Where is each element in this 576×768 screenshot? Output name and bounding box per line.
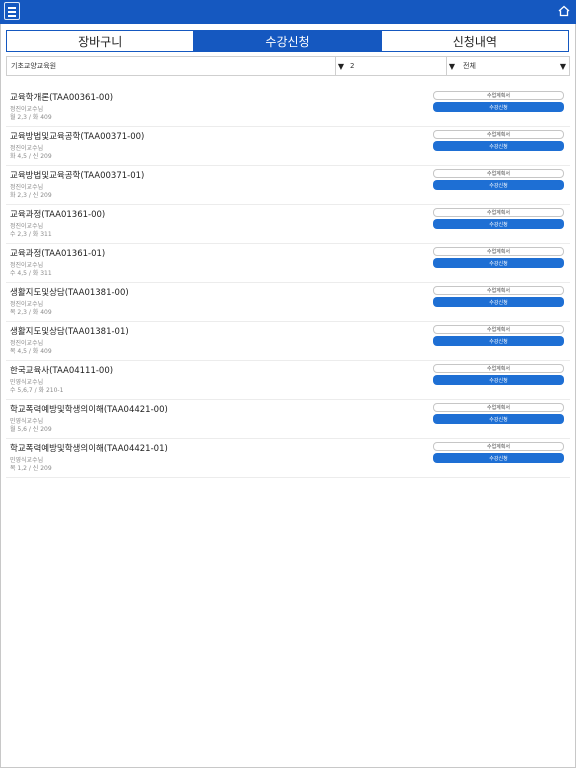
- syllabus-button[interactable]: 수업계획서: [433, 325, 564, 334]
- course-title: 학교폭력예방및학생의이해(TAA04421-01): [10, 444, 168, 454]
- top-bar: [0, 0, 576, 24]
- tab-cart[interactable]: 장바구니: [7, 31, 194, 51]
- register-button[interactable]: 수강신청: [433, 258, 564, 268]
- register-button[interactable]: 수강신청: [433, 453, 564, 463]
- course-time: 목 4,5 / 화 409: [10, 348, 52, 355]
- course-title: 생활지도및상담(TAA01381-00): [10, 288, 129, 298]
- course-row: 교육과정(TAA01361-01) 정진이교수님 수 4,5 / 화 311 수업계획…: [6, 244, 570, 283]
- register-button[interactable]: 수강신청: [433, 414, 564, 424]
- tab-bar: 장바구니 수강신청 신청내역: [6, 30, 569, 52]
- syllabus-button[interactable]: 수업계획서: [433, 130, 564, 139]
- course-row: 생활지도및상담(TAA01381-01) 정진이교수님 목 4,5 / 화 409 수…: [6, 322, 570, 361]
- register-button[interactable]: 수강신청: [433, 375, 564, 385]
- course-time: 목 2,3 / 화 409: [10, 309, 52, 316]
- syllabus-button[interactable]: 수업계획서: [433, 403, 564, 412]
- course-time: 목 1,2 / 신 209: [10, 465, 52, 472]
- course-time: 월 5,6 / 신 209: [10, 426, 52, 433]
- register-button[interactable]: 수강신청: [433, 297, 564, 307]
- course-row: 한국교육사(TAA04111-00) 민영식교수님 수 5,6,7 / 화 210-…: [6, 361, 570, 400]
- course-row: 생활지도및상담(TAA01381-00) 정진이교수님 목 2,3 / 화 409 수…: [6, 283, 570, 322]
- grade-value: 2: [350, 62, 355, 70]
- grade-select[interactable]: 2 ▼: [335, 57, 455, 75]
- course-time: 월 2,3 / 화 409: [10, 114, 52, 121]
- department-select[interactable]: 기초교양교육원 ▼: [7, 57, 344, 75]
- course-time: 수 2,3 / 화 311: [10, 231, 52, 238]
- course-time: 수 4,5 / 화 311: [10, 270, 52, 277]
- tab-course-registration[interactable]: 수강신청: [193, 31, 381, 51]
- department-value: 기초교양교육원: [11, 62, 57, 70]
- register-button[interactable]: 수강신청: [433, 180, 564, 190]
- course-title: 교육과정(TAA01361-00): [10, 210, 106, 220]
- syllabus-button[interactable]: 수업계획서: [433, 169, 564, 178]
- course-row: 학교폭력예방및학생의이해(TAA04421-01) 민영식교수님 목 1,2 / 신…: [6, 439, 570, 478]
- course-title: 한국교육사(TAA04111-00): [10, 366, 114, 376]
- type-value: 전체: [463, 62, 476, 70]
- course-list: 교육학개론(TAA00361-00) 정진이교수님 월 2,3 / 화 409 수업계…: [6, 88, 570, 478]
- hamburger-menu-icon[interactable]: [4, 2, 20, 20]
- course-title: 교육학개론(TAA00361-00): [10, 93, 114, 103]
- course-time: 화 2,3 / 신 209: [10, 192, 52, 199]
- type-select[interactable]: 전체 ▼: [446, 57, 569, 75]
- course-title: 교육방법및교육공학(TAA00371-00): [10, 132, 145, 142]
- course-row: 교육방법및교육공학(TAA00371-01) 정진이교수님 화 2,3 / 신 20…: [6, 166, 570, 205]
- course-time: 수 5,6,7 / 화 210-1: [10, 387, 64, 394]
- home-icon[interactable]: [557, 4, 571, 18]
- syllabus-button[interactable]: 수업계획서: [433, 364, 564, 373]
- caret-down-icon: ▼: [559, 61, 566, 71]
- course-row: 교육방법및교육공학(TAA00371-00) 정진이교수님 화 4,5 / 신 20…: [6, 127, 570, 166]
- course-title: 생활지도및상담(TAA01381-01): [10, 327, 129, 337]
- syllabus-button[interactable]: 수업계획서: [433, 208, 564, 217]
- register-button[interactable]: 수강신청: [433, 219, 564, 229]
- course-row: 교육과정(TAA01361-00) 정진이교수님 수 2,3 / 화 311 수업계획…: [6, 205, 570, 244]
- course-title: 학교폭력예방및학생의이해(TAA04421-00): [10, 405, 168, 415]
- syllabus-button[interactable]: 수업계획서: [433, 247, 564, 256]
- syllabus-button[interactable]: 수업계획서: [433, 286, 564, 295]
- syllabus-button[interactable]: 수업계획서: [433, 91, 564, 100]
- filter-bar: 기초교양교육원 ▼ 2 ▼ 전체 ▼: [6, 56, 570, 76]
- course-title: 교육과정(TAA01361-01): [10, 249, 106, 259]
- tab-registration-history[interactable]: 신청내역: [380, 31, 568, 51]
- course-row: 학교폭력예방및학생의이해(TAA04421-00) 민영식교수님 월 5,6 / 신…: [6, 400, 570, 439]
- register-button[interactable]: 수강신청: [433, 336, 564, 346]
- course-title: 교육방법및교육공학(TAA00371-01): [10, 171, 145, 181]
- course-time: 화 4,5 / 신 209: [10, 153, 52, 160]
- register-button[interactable]: 수강신청: [433, 141, 564, 151]
- course-row: 교육학개론(TAA00361-00) 정진이교수님 월 2,3 / 화 409 수업계…: [6, 88, 570, 127]
- register-button[interactable]: 수강신청: [433, 102, 564, 112]
- syllabus-button[interactable]: 수업계획서: [433, 442, 564, 451]
